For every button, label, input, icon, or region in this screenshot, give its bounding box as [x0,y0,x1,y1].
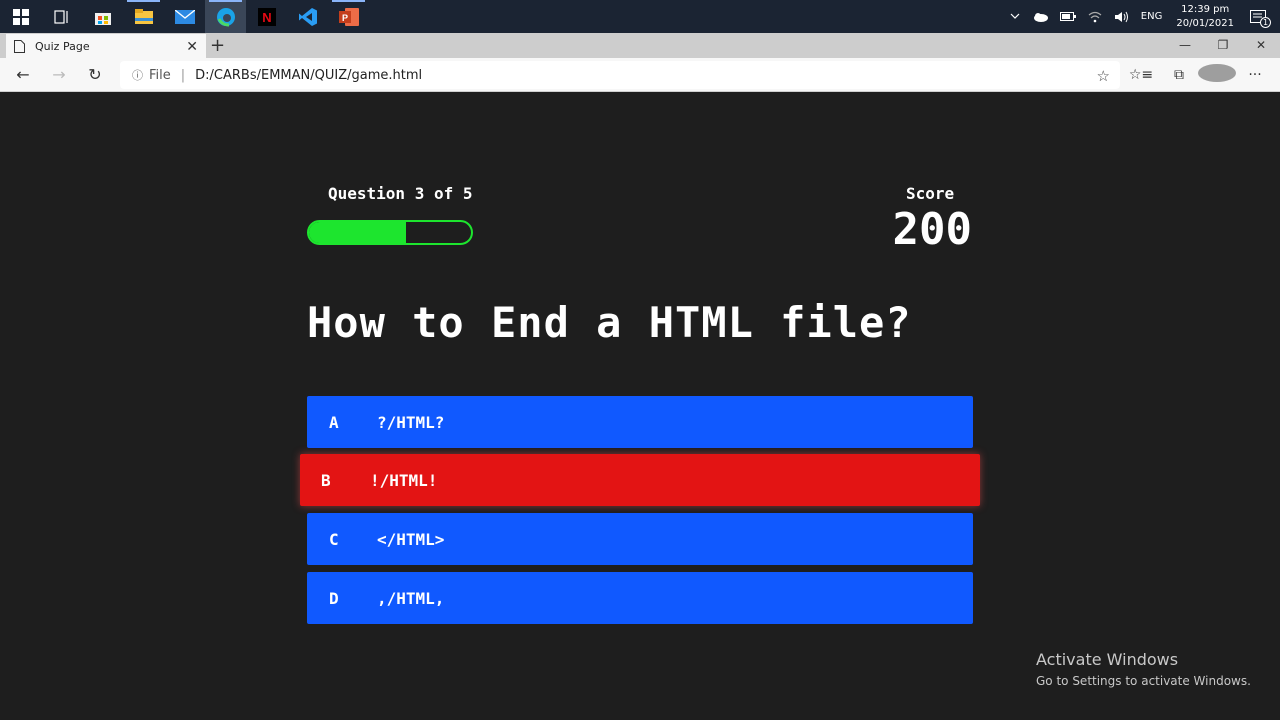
edge-icon[interactable] [205,0,246,33]
restore-icon[interactable]: ❐ [1204,33,1242,58]
activate-windows-watermark: Activate Windows Go to Settings to activ… [1036,650,1251,688]
score-value: 200 [892,204,972,255]
vscode-icon[interactable] [287,0,328,33]
notification-badge: 1 [1260,16,1271,28]
question-text: How to End a HTML file? [307,298,912,347]
powerpoint-icon[interactable]: P [328,0,369,33]
progress-bar [307,220,473,245]
minimize-icon[interactable]: — [1166,33,1204,58]
notification-icon[interactable]: 1 [1250,9,1271,28]
score-label: Score [906,184,955,203]
choice-text: </HTML> [377,529,445,549]
choice-prefix: A [329,412,339,432]
back-icon[interactable]: ← [5,65,41,84]
choice-c[interactable]: C </HTML> [307,513,973,565]
refresh-icon[interactable]: ↻ [77,65,113,84]
task-view-icon[interactable] [41,0,82,33]
choice-text: ?/HTML? [377,412,445,432]
progress-text: Question 3 of 5 [328,184,473,203]
choice-prefix: C [329,529,339,549]
window-controls: — ❐ ✕ [1166,33,1280,58]
collections-icon[interactable]: ⧉ [1160,67,1198,83]
info-icon[interactable]: ⓘ [132,67,143,83]
browser-tab[interactable]: Quiz Page ✕ [6,34,206,59]
address-bar[interactable]: ⓘ File | D:/CARBs/EMMAN/QUIZ/game.html ☆ [120,61,1120,89]
choice-b[interactable]: B !/HTML! [300,454,980,506]
mail-icon[interactable] [164,0,205,33]
profile-icon[interactable] [1198,64,1236,86]
svg-text:N: N [262,10,271,25]
windows-taskbar: N P ENG 12:39 pm 20/01/2021 1 [0,0,1280,33]
choice-prefix: D [329,588,339,608]
choice-text: ,/HTML, [377,588,445,608]
tab-title: Quiz Page [35,40,90,53]
url-separator: | [180,67,186,83]
choice-a[interactable]: A ?/HTML? [307,396,973,448]
address-bar-row: ← → ↻ ⓘ File | D:/CARBs/EMMAN/QUIZ/game.… [0,58,1280,92]
choice-prefix: B [321,470,331,490]
clock[interactable]: 12:39 pm 20/01/2021 [1176,3,1234,31]
favorites-icon[interactable]: ☆≡ [1122,67,1160,83]
watermark-subtitle: Go to Settings to activate Windows. [1036,674,1251,688]
onedrive-icon[interactable] [1032,12,1048,22]
url-text[interactable]: D:/CARBs/EMMAN/QUIZ/game.html [195,68,422,83]
browser-toolbar: ☆≡ ⧉ ··· [1122,58,1280,92]
choice-text: !/HTML! [370,470,438,490]
close-tab-icon[interactable]: ✕ [186,39,198,55]
battery-icon[interactable] [1059,12,1076,21]
store-icon[interactable] [82,0,123,33]
clock-time: 12:39 pm [1181,3,1230,15]
url-scheme: File [149,67,171,83]
new-tab-icon[interactable]: + [210,35,225,56]
start-icon[interactable] [0,0,41,33]
chevron-up-icon[interactable] [1010,13,1020,20]
volume-icon[interactable] [1114,11,1129,23]
page-icon [14,40,25,53]
choice-d[interactable]: D ,/HTML, [307,572,973,624]
quiz-page: Question 3 of 5 Score 200 How to End a H… [0,93,1280,720]
favorite-star-icon[interactable]: ☆ [1097,67,1110,85]
close-window-icon[interactable]: ✕ [1242,33,1280,58]
progress-bar-fill [309,222,407,243]
file-explorer-icon[interactable] [123,0,164,33]
wifi-icon[interactable] [1088,11,1102,23]
svg-text:P: P [341,13,347,23]
system-tray: ENG 12:39 pm 20/01/2021 1 [1004,0,1280,33]
watermark-title: Activate Windows [1036,650,1179,669]
more-options-icon[interactable]: ··· [1236,67,1274,83]
language-indicator[interactable]: ENG [1141,11,1163,22]
forward-icon[interactable]: → [41,65,77,84]
clock-date: 20/01/2021 [1176,17,1234,29]
netflix-icon[interactable]: N [246,0,287,33]
tab-strip: Quiz Page ✕ + — ❐ ✕ [0,33,1280,59]
